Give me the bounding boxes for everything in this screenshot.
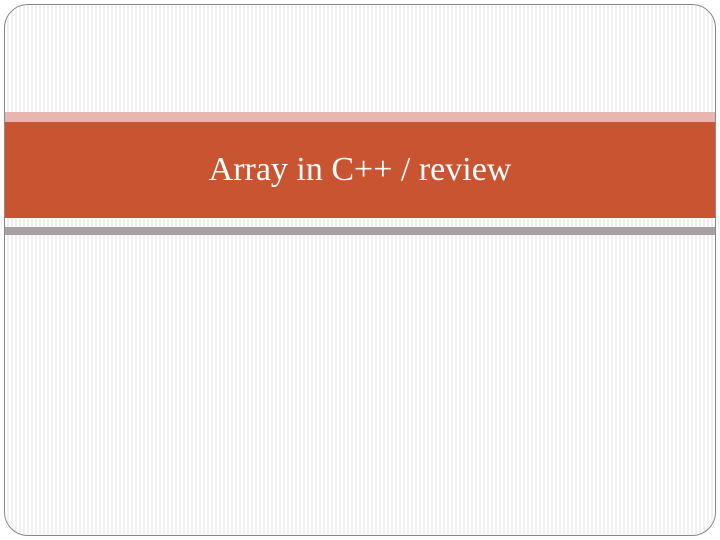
- slide-title: Array in C++ / review: [209, 151, 512, 189]
- title-bar: Array in C++ / review: [5, 122, 715, 218]
- slide-frame: Array in C++ / review: [4, 4, 716, 536]
- accent-bar-bottom: [5, 227, 715, 235]
- accent-bar-top: [5, 112, 715, 122]
